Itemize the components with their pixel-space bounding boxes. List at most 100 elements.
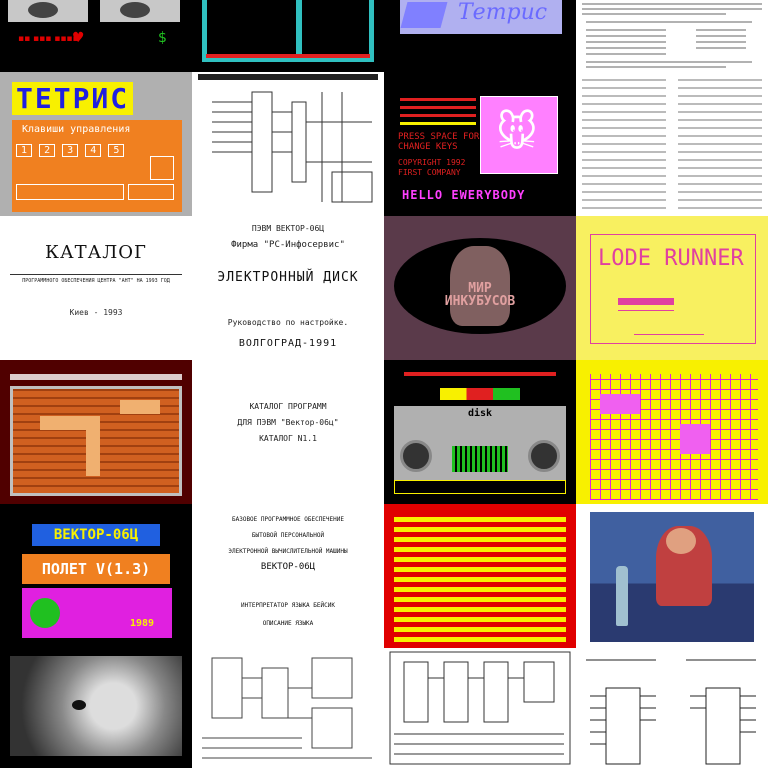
ft-year: 1989 xyxy=(130,618,155,629)
key-1: 1 xyxy=(16,144,32,157)
tile-maze-magenta[interactable] xyxy=(576,360,768,504)
tile-painting[interactable] xyxy=(576,504,768,648)
pc-line-1: КАТАЛОГ ПРОГРАММ xyxy=(249,402,327,411)
ed-manual: Руководство по настройке. xyxy=(227,318,349,327)
tile-program-catalog[interactable]: КАТАЛОГ ПРОГРАММ ДЛЯ ПЭВМ "Вектор-06ц" К… xyxy=(192,360,384,504)
mouse-icon: 🐭 xyxy=(496,110,538,156)
bm-line-5: ИНТЕРПРЕТАТОР ЯЗЫКА БЕЙСИК xyxy=(241,602,335,609)
tile-game-eyes[interactable]: ♥ $ ▪▪ ▪▪▪ ▪▪▪▪ xyxy=(0,0,192,72)
bm-line-3: ЭЛЕКТРОННОЙ ВЫЧИСЛИТЕЛЬНОЙ МАШИНЫ xyxy=(228,548,348,555)
boombox-disk-label: disk xyxy=(468,408,493,419)
catalog-city: Киев - 1993 xyxy=(69,308,123,317)
maze-floor xyxy=(206,54,370,58)
menu-lines xyxy=(400,98,476,125)
key-2: 2 xyxy=(39,144,56,157)
catalog-subtitle: ПРОГРАММНОГО ОБЕСПЕЧЕНИЯ ЦЕНТРА "АНТ" НА… xyxy=(22,278,170,284)
brick-path xyxy=(86,416,100,476)
schematic-drawing-3 xyxy=(389,651,571,765)
keys-panel-subtitle: Клавиши управления xyxy=(22,124,131,135)
pc-line-2: ДЛЯ ПЭВМ "Вектор-06ц" xyxy=(237,418,339,427)
key-row: 1 2 3 4 5 xyxy=(16,138,125,157)
copyright-text: COPYRIGHT 1992 xyxy=(398,158,466,167)
lr-menu-line xyxy=(618,310,674,311)
ft-emblem-icon xyxy=(30,598,60,628)
stripe-field xyxy=(394,512,566,642)
bm-line-2: БЫТОВОЙ ПЕРСОНАЛЬНОЙ xyxy=(251,532,325,539)
key-outline xyxy=(150,156,174,180)
maze-grid xyxy=(590,374,758,500)
hello-text: HELLO EWERYBODY xyxy=(402,188,526,202)
dice-icon xyxy=(400,2,448,28)
brick-path xyxy=(120,400,160,414)
tile-game-title-mouse[interactable]: 🐭 PRESS SPACE FOR CHANGE KEYS COPYRIGHT … xyxy=(384,72,576,216)
tile-document-spec[interactable] xyxy=(576,0,768,72)
painting-face xyxy=(666,528,696,554)
bm-line-6: ОПИСАНИЕ ЯЗЫКА xyxy=(262,620,314,627)
tile-basic-manual[interactable]: БАЗОВОЕ ПРОГРАММНОЕ ОБЕСПЕЧЕНИЕ БЫТОВОЙ … xyxy=(192,504,384,648)
tile-schematic-1[interactable] xyxy=(192,72,384,216)
key-outline xyxy=(16,184,124,200)
catalog-rule xyxy=(10,274,182,275)
maze-block xyxy=(600,394,640,414)
key-4: 4 xyxy=(85,144,102,157)
tetris-cover-title: Тетрис xyxy=(458,0,548,25)
lr-menu-highlight xyxy=(618,298,674,305)
tetris-keys-title: ТЕТРИС xyxy=(12,82,134,115)
bm-line-4: ВЕКТОР-06Ц xyxy=(260,562,316,572)
boombox-eq xyxy=(452,446,508,472)
company-text: FIRST COMPANY xyxy=(398,168,461,177)
catalog-title: КАТАЛОГ xyxy=(45,242,147,263)
tile-schematic-2[interactable] xyxy=(192,648,384,768)
tile-document-listing[interactable] xyxy=(576,72,768,216)
speaker-right-icon xyxy=(528,440,560,472)
tile-game-maze[interactable] xyxy=(192,0,384,72)
schematic-drawing xyxy=(198,74,378,203)
tile-lode-runner[interactable]: LODE RUNNER xyxy=(576,216,768,360)
boombox-lights xyxy=(440,388,520,400)
speaker-left-icon xyxy=(400,440,432,472)
pinout-diagram xyxy=(586,659,756,765)
eye-icon xyxy=(120,2,150,18)
key-5: 5 xyxy=(108,144,125,157)
press-space-text: PRESS SPACE FOR xyxy=(398,132,480,142)
ft-sub-box: ПОЛЕТ V(1.3) xyxy=(22,554,170,584)
tile-electronic-disk-cover[interactable]: ПЭВМ ВЕКТОР-06Ц Фирма "РС-Инфосервис" ЭЛ… xyxy=(192,216,384,360)
maze-pillar xyxy=(296,0,302,54)
ft-title-box: ВЕКТОР-06Ц xyxy=(32,524,160,546)
lr-title: LODE RUNNER xyxy=(598,246,744,271)
tile-flight-title[interactable]: ВЕКТОР-06Ц ПОЛЕТ V(1.3) 1989 xyxy=(0,504,192,648)
bottle-icon xyxy=(616,566,628,626)
change-keys-text: CHANGE KEYS xyxy=(398,142,458,152)
eye-icon xyxy=(28,2,58,18)
boombox-bottom-bar xyxy=(394,480,566,494)
pc-line-3: КАТАЛОГ N1.1 xyxy=(259,434,317,443)
incubus-title: МИР ИНКУБУСОВ xyxy=(444,281,516,309)
ed-city: ВОЛГОГРАД-1991 xyxy=(238,338,338,349)
tile-pinout[interactable] xyxy=(576,648,768,768)
thumbnail-grid: ♥ $ ▪▪ ▪▪▪ ▪▪▪▪ Тетрис ТЕТРИС Клавиши уп… xyxy=(0,0,768,768)
boombox-top-bar xyxy=(404,372,556,376)
spec-text-lines xyxy=(582,3,762,68)
tile-kitten-photo[interactable] xyxy=(0,648,192,768)
tile-stripes[interactable] xyxy=(384,504,576,648)
maze-frame xyxy=(202,0,374,62)
brick-status-bar xyxy=(10,374,182,380)
tile-schematic-3[interactable] xyxy=(384,648,576,768)
schematic-drawing-2 xyxy=(202,657,372,759)
dollar-icon: $ xyxy=(158,30,167,46)
ed-top-label: ПЭВМ ВЕКТОР-06Ц xyxy=(251,224,325,233)
tile-tetris-cover[interactable]: Тетрис xyxy=(384,0,576,72)
tile-boombox[interactable]: disk xyxy=(384,360,576,504)
kitten-eye-icon xyxy=(72,700,86,710)
ed-title: ЭЛЕКТРОННЫЙ ДИСК xyxy=(217,270,359,285)
kitten-photo xyxy=(10,656,182,756)
tile-catalog-cover[interactable]: КАТАЛОГ ПРОГРАММНОГО ОБЕСПЕЧЕНИЯ ЦЕНТРА … xyxy=(0,216,192,360)
lr-copyright xyxy=(634,334,704,335)
key-3: 3 xyxy=(62,144,79,157)
tile-tetris-keys[interactable]: ТЕТРИС Клавиши управления 1 2 3 4 5 xyxy=(0,72,192,216)
tile-brick-game[interactable] xyxy=(0,360,192,504)
maze-block xyxy=(680,424,710,454)
bm-line-1: БАЗОВОЕ ПРОГРАММНОЕ ОБЕСПЕЧЕНИЕ xyxy=(232,516,344,523)
tile-incubus-world[interactable]: МИР ИНКУБУСОВ xyxy=(384,216,576,360)
status-dots: ▪▪ ▪▪▪ ▪▪▪▪ xyxy=(18,34,79,44)
